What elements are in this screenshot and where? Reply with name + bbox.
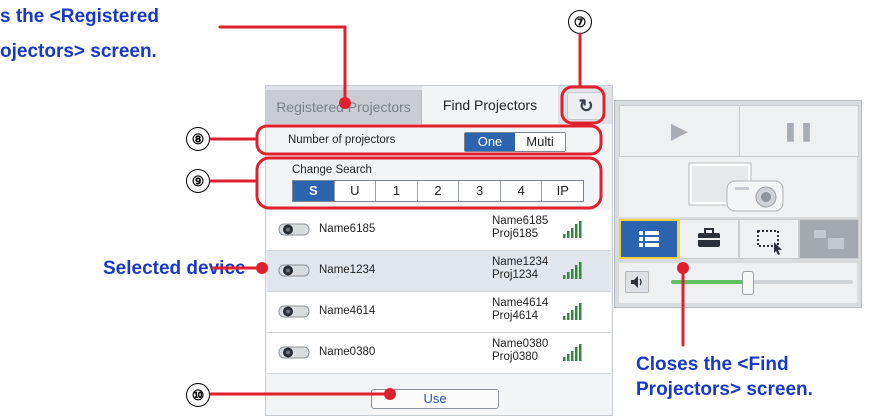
change-search-segments: S U 1 2 3 4 IP: [292, 180, 584, 202]
device-name: Name6185: [319, 223, 376, 235]
search-option-1[interactable]: 1: [376, 181, 418, 201]
list-view-button[interactable]: [619, 219, 679, 259]
toolbox-button[interactable]: [679, 219, 739, 259]
pause-icon: ❚❚: [782, 121, 816, 141]
signal-strength-icon: [563, 262, 582, 279]
callout-7: ⑦: [568, 10, 592, 34]
tab-bar: Registered Projectors Find Projectors ↻: [266, 86, 612, 124]
signal-strength-icon: [563, 303, 582, 320]
search-option-4[interactable]: 4: [501, 181, 543, 201]
projector-screen-illustration: [688, 162, 784, 212]
mode-buttons: [619, 219, 859, 259]
callout-10: ⑩: [186, 383, 210, 407]
option-one[interactable]: One: [465, 133, 515, 151]
refresh-button[interactable]: ↻: [567, 92, 605, 120]
number-of-projectors-toggle: One Multi: [464, 132, 566, 152]
annotation-closes-registered-line2: ojectors> screen.: [0, 41, 157, 62]
search-option-2[interactable]: 2: [418, 181, 460, 201]
tab-registered-projectors[interactable]: Registered Projectors: [266, 90, 422, 124]
annotation-closes-registered-line1: s the <Registered: [0, 6, 159, 27]
toolbox-icon: [698, 228, 720, 247]
signal-strength-icon: [563, 344, 582, 361]
play-icon: ▶: [671, 118, 688, 143]
device-row-selected[interactable]: Name1234 Name1234 Proj1234: [267, 251, 611, 292]
volume-slider-fill: [671, 280, 747, 284]
device-row[interactable]: Name4614 Name4614 Proj4614: [267, 292, 611, 333]
refresh-icon: ↻: [578, 96, 594, 116]
tab-find-projectors[interactable]: Find Projectors: [422, 86, 558, 124]
volume-row: [619, 263, 857, 303]
playback-controls: ▶ ❚❚: [619, 105, 859, 157]
control-panel: ▶ ❚❚: [614, 100, 862, 308]
search-option-s[interactable]: S: [293, 181, 335, 201]
callout-8: ⑧: [186, 127, 210, 151]
projection-preview: [619, 157, 857, 217]
screen-layout-icon: [814, 230, 844, 249]
search-option-3[interactable]: 3: [459, 181, 501, 201]
device-name: Name1234: [319, 264, 376, 276]
volume-slider-thumb[interactable]: [742, 271, 754, 295]
screen-layout-button[interactable]: [799, 219, 859, 259]
select-area-icon: [757, 230, 782, 255]
device-row[interactable]: Name6185 Name6185 Proj6185: [267, 210, 611, 251]
device-row[interactable]: Name0380 Name0380 Proj0380: [267, 333, 611, 374]
find-projectors-panel: Registered Projectors Find Projectors ↻ …: [265, 85, 613, 416]
annotation-closes-find-line1: Closes the <Find: [636, 354, 789, 375]
select-area-button[interactable]: [739, 219, 799, 259]
search-option-u[interactable]: U: [335, 181, 377, 201]
use-button[interactable]: Use: [371, 389, 499, 409]
device-name: Name4614: [319, 305, 376, 317]
change-search-label: Change Search: [292, 164, 372, 176]
signal-strength-icon: [563, 221, 582, 238]
option-multi[interactable]: Multi: [515, 133, 565, 151]
callout-9: ⑨: [186, 169, 210, 193]
annotation-closes-find-line2: Projectors> screen.: [636, 379, 813, 400]
device-detail: Name1234 Proj1234: [492, 256, 549, 281]
device-detail: Name4614 Proj4614: [492, 297, 549, 322]
projector-icon: [278, 305, 310, 318]
projector-icon: [278, 264, 310, 277]
projector-icon: [278, 223, 310, 236]
pause-button[interactable]: ❚❚: [740, 106, 858, 156]
number-of-projectors-label: Number of projectors: [288, 134, 396, 146]
device-detail: Name0380 Proj0380: [492, 338, 549, 363]
device-detail: Name6185 Proj6185: [492, 215, 549, 240]
list-icon: [639, 231, 659, 247]
projector-icon: [278, 346, 310, 359]
speaker-icon: [631, 276, 642, 288]
annotation-selected-device: Selected device: [103, 258, 246, 279]
search-option-ip[interactable]: IP: [542, 181, 583, 201]
volume-button[interactable]: [625, 271, 649, 293]
device-name: Name0380: [319, 346, 376, 358]
play-button[interactable]: ▶: [620, 106, 740, 156]
